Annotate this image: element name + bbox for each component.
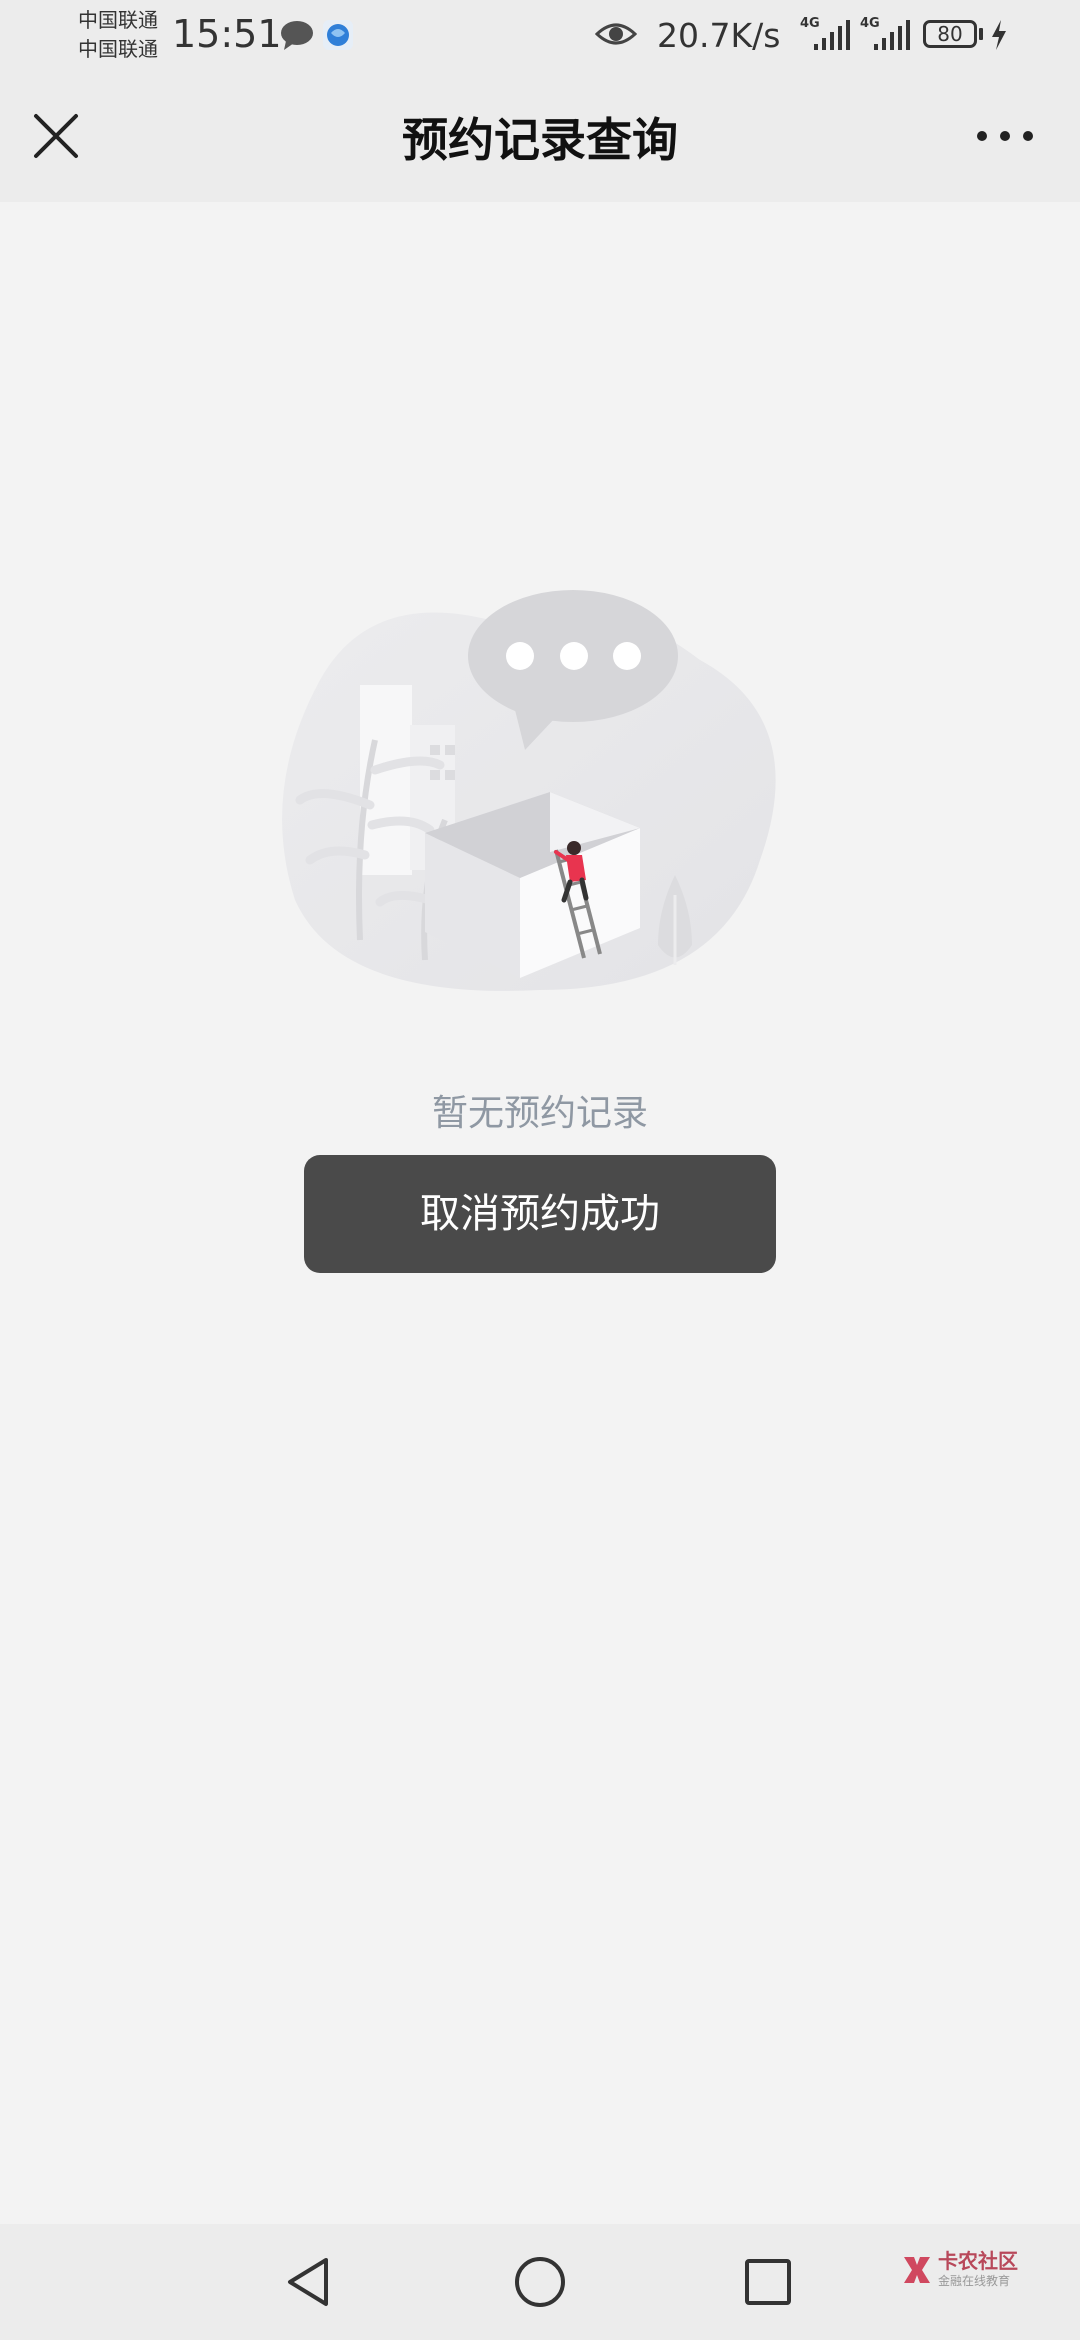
signal-1: 4G: [800, 16, 852, 52]
charging-icon: [992, 20, 1006, 50]
home-circle-icon[interactable]: [510, 2252, 570, 2312]
eye-icon: [595, 23, 637, 45]
back-triangle-icon[interactable]: [280, 2252, 340, 2312]
watermark-subtitle: 金融在线教育: [938, 2274, 1011, 2288]
signal-icon: [814, 20, 850, 50]
title-bar: 预约记录查询: [0, 70, 1080, 202]
carrier-labels: 中国联通 中国联通: [78, 6, 158, 64]
watermark-logo-icon: [904, 2257, 930, 2283]
system-nav-bar: 卡农社区 金融在线教育: [0, 2224, 1080, 2340]
battery-tip: [979, 28, 983, 40]
empty-state-illustration: [282, 590, 776, 991]
signal-icon: [874, 20, 910, 50]
carrier-2: 中国联通: [78, 37, 158, 61]
battery-level: 80: [937, 22, 963, 46]
message-bubble-icon: [281, 21, 313, 50]
signal-2: 4G: [860, 16, 912, 52]
watermark: 卡农社区 金融在线教育: [900, 2249, 1030, 2293]
recents-square-icon[interactable]: [738, 2252, 798, 2312]
status-bar: 中国联通 中国联通 15:51 20.7K/s 4G 4G 80: [0, 0, 1080, 70]
network-speed: 20.7K/s: [657, 16, 781, 55]
clock: 15:51: [172, 12, 282, 56]
browser-app-icon: [323, 20, 353, 50]
carrier-1: 中国联通: [78, 8, 158, 32]
more-dots-icon[interactable]: [970, 108, 1040, 164]
page-title: 预约记录查询: [402, 113, 678, 167]
battery-icon: 80: [923, 20, 977, 48]
toast-message: 取消预约成功: [304, 1155, 776, 1273]
watermark-title: 卡农社区: [938, 2249, 1018, 2273]
empty-state-text: 暂无预约记录: [431, 1093, 648, 1134]
